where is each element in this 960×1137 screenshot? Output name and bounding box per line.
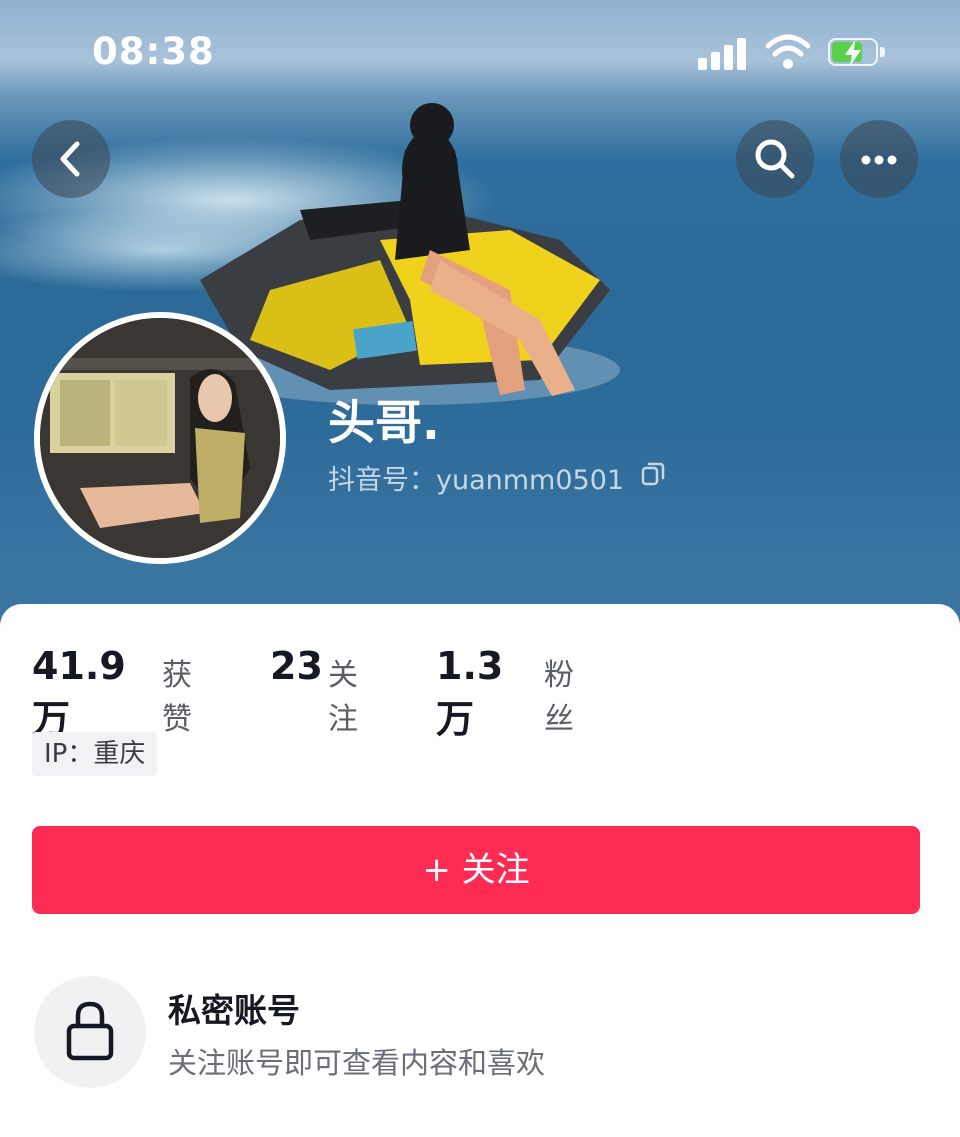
copy-icon[interactable]: [640, 461, 666, 487]
signal-icon: [698, 36, 750, 70]
private-account-description: 关注账号即可查看内容和喜欢: [168, 1046, 546, 1080]
lock-icon: [66, 1001, 114, 1061]
private-account-title: 私密账号: [168, 991, 300, 1030]
followers-count[interactable]: 1.3万: [436, 644, 503, 743]
following-count[interactable]: 23: [270, 644, 323, 688]
status-bar: 08:38: [0, 0, 960, 100]
more-button[interactable]: [840, 120, 918, 198]
avatar-photo: [40, 318, 280, 558]
search-icon: [755, 139, 795, 179]
search-button[interactable]: [736, 120, 814, 198]
profile-username: 头哥.: [328, 396, 440, 451]
chevron-left-icon: [60, 141, 80, 177]
likes-label[interactable]: 获赞: [162, 650, 192, 738]
back-button[interactable]: [32, 120, 110, 198]
ip-location-tag: IP：重庆: [32, 732, 158, 776]
avatar[interactable]: [34, 312, 286, 564]
status-time: 08:38: [92, 30, 215, 73]
battery-charging-icon: [828, 38, 886, 68]
followers-label[interactable]: 粉丝: [544, 650, 574, 738]
profile-douyin-id: 抖音号：yuanmm0501: [328, 465, 625, 496]
likes-count[interactable]: 41.9万: [32, 644, 126, 743]
follow-button[interactable]: + 关注: [32, 826, 920, 914]
more-dots-icon: [861, 155, 897, 165]
wifi-icon: [766, 34, 810, 69]
private-account-icon-wrap: [34, 976, 146, 1088]
following-label[interactable]: 关注: [328, 650, 358, 738]
